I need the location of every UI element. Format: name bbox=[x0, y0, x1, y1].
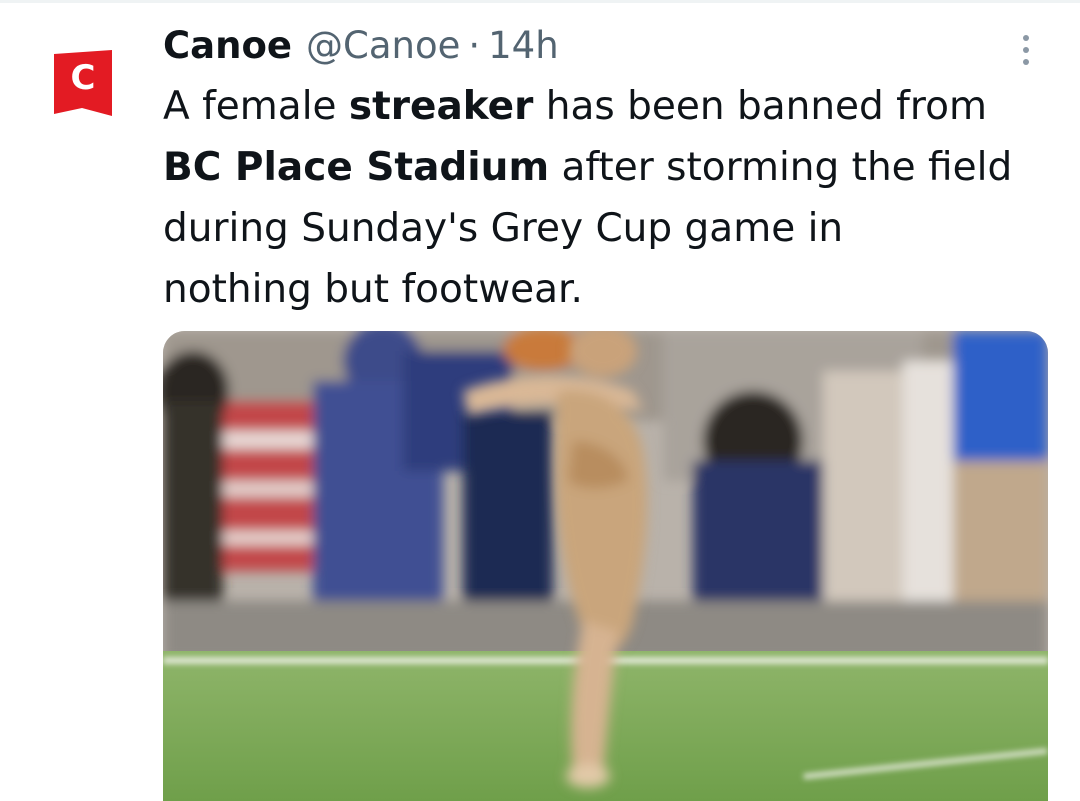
tweet-text-line: during Sunday's Grey Cup game in bbox=[163, 198, 1063, 259]
text-span: has been banned from bbox=[533, 84, 987, 129]
more-dot-icon bbox=[1023, 35, 1029, 41]
text-span: after storming the field bbox=[549, 145, 1013, 190]
more-dot-icon bbox=[1023, 47, 1029, 53]
text-span: A female bbox=[163, 84, 349, 129]
text-span: nothing but footwear. bbox=[163, 267, 583, 312]
tweet-text-line: BC Place Stadium after storming the fiel… bbox=[163, 137, 1063, 198]
header-separator: · bbox=[468, 24, 481, 67]
tweet-text-line: nothing but footwear. bbox=[163, 259, 1063, 320]
tweet-header: Canoe @Canoe · 14h bbox=[163, 24, 559, 68]
avatar-letter: C bbox=[70, 58, 96, 98]
text-span: during Sunday's Grey Cup game in bbox=[163, 206, 844, 251]
author-handle[interactable]: @Canoe bbox=[306, 24, 460, 68]
tweet-text: A female streaker has been banned from B… bbox=[163, 76, 1063, 320]
top-divider bbox=[0, 0, 1080, 3]
avatar[interactable]: C bbox=[52, 48, 114, 120]
author-name[interactable]: Canoe bbox=[163, 24, 292, 68]
tweet-timestamp[interactable]: 14h bbox=[488, 24, 559, 68]
bold-text-span: streaker bbox=[348, 84, 534, 129]
more-options-button[interactable] bbox=[1008, 30, 1044, 70]
stadium-photo bbox=[163, 331, 1048, 801]
bold-text-span: BC Place Stadium bbox=[163, 145, 550, 190]
tweet-media-image[interactable] bbox=[163, 331, 1048, 801]
tweet-text-line: A female streaker has been banned from bbox=[163, 76, 1063, 137]
more-dot-icon bbox=[1023, 59, 1029, 65]
